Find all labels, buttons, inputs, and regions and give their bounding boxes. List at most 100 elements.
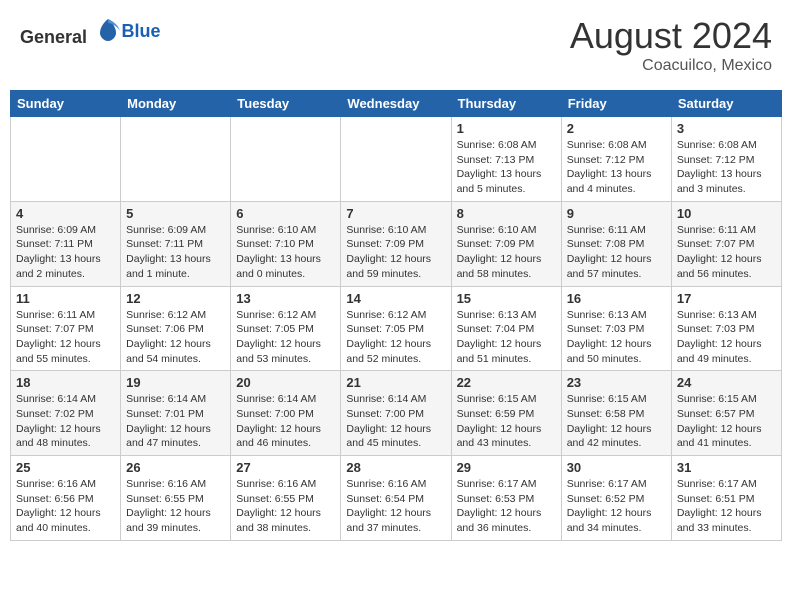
weekday-header-wednesday: Wednesday — [341, 91, 451, 117]
calendar-cell: 20 Sunrise: 6:14 AM Sunset: 7:00 PM Dayli… — [231, 371, 341, 456]
weekday-header-row: SundayMondayTuesdayWednesdayThursdayFrid… — [11, 91, 782, 117]
day-number: 22 — [457, 375, 556, 390]
day-number: 27 — [236, 460, 335, 475]
calendar-cell: 13 Sunrise: 6:12 AM Sunset: 7:05 PM Dayli… — [231, 286, 341, 371]
calendar-cell: 8 Sunrise: 6:10 AM Sunset: 7:09 PM Daylig… — [451, 201, 561, 286]
day-number: 29 — [457, 460, 556, 475]
calendar-cell: 5 Sunrise: 6:09 AM Sunset: 7:11 PM Daylig… — [121, 201, 231, 286]
day-info: Sunrise: 6:13 AM Sunset: 7:04 PM Dayligh… — [457, 308, 556, 367]
day-number: 26 — [126, 460, 225, 475]
day-number: 19 — [126, 375, 225, 390]
day-number: 31 — [677, 460, 776, 475]
day-number: 20 — [236, 375, 335, 390]
day-info: Sunrise: 6:11 AM Sunset: 7:07 PM Dayligh… — [16, 308, 115, 367]
weekday-header-friday: Friday — [561, 91, 671, 117]
location-title: Coacuilco, Mexico — [570, 57, 772, 75]
calendar-cell: 7 Sunrise: 6:10 AM Sunset: 7:09 PM Daylig… — [341, 201, 451, 286]
calendar-week-2: 4 Sunrise: 6:09 AM Sunset: 7:11 PM Daylig… — [11, 201, 782, 286]
day-number: 12 — [126, 291, 225, 306]
day-number: 24 — [677, 375, 776, 390]
day-number: 1 — [457, 121, 556, 136]
title-block: August 2024 Coacuilco, Mexico — [570, 15, 772, 75]
day-info: Sunrise: 6:15 AM Sunset: 6:58 PM Dayligh… — [567, 392, 666, 451]
day-info: Sunrise: 6:09 AM Sunset: 7:11 PM Dayligh… — [16, 223, 115, 282]
day-info: Sunrise: 6:14 AM Sunset: 7:00 PM Dayligh… — [236, 392, 335, 451]
calendar-table: SundayMondayTuesdayWednesdayThursdayFrid… — [10, 90, 782, 541]
calendar-cell — [231, 117, 341, 202]
day-info: Sunrise: 6:08 AM Sunset: 7:12 PM Dayligh… — [567, 138, 666, 197]
day-info: Sunrise: 6:17 AM Sunset: 6:53 PM Dayligh… — [457, 477, 556, 536]
calendar-cell: 16Sunrise: 6:13 AM Sunset: 7:03 PM Dayli… — [561, 286, 671, 371]
day-number: 21 — [346, 375, 445, 390]
day-number: 6 — [236, 206, 335, 221]
day-number: 10 — [677, 206, 776, 221]
calendar-cell: 22 Sunrise: 6:15 AM Sunset: 6:59 PM Dayli… — [451, 371, 561, 456]
day-number: 2 — [567, 121, 666, 136]
calendar-week-1: 1Sunrise: 6:08 AM Sunset: 7:13 PM Daylig… — [11, 117, 782, 202]
day-number: 4 — [16, 206, 115, 221]
calendar-cell: 14Sunrise: 6:12 AM Sunset: 7:05 PM Dayli… — [341, 286, 451, 371]
calendar-cell — [11, 117, 121, 202]
day-number: 3 — [677, 121, 776, 136]
day-info: Sunrise: 6:13 AM Sunset: 7:03 PM Dayligh… — [567, 308, 666, 367]
calendar-cell: 30Sunrise: 6:17 AM Sunset: 6:52 PM Dayli… — [561, 456, 671, 541]
day-info: Sunrise: 6:17 AM Sunset: 6:52 PM Dayligh… — [567, 477, 666, 536]
logo-blue-text: Blue — [122, 21, 161, 41]
calendar-cell: 27Sunrise: 6:16 AM Sunset: 6:55 PM Dayli… — [231, 456, 341, 541]
day-info: Sunrise: 6:13 AM Sunset: 7:03 PM Dayligh… — [677, 308, 776, 367]
day-info: Sunrise: 6:17 AM Sunset: 6:51 PM Dayligh… — [677, 477, 776, 536]
logo-icon — [94, 15, 122, 43]
day-number: 25 — [16, 460, 115, 475]
day-number: 17 — [677, 291, 776, 306]
day-info: Sunrise: 6:10 AM Sunset: 7:09 PM Dayligh… — [346, 223, 445, 282]
calendar-cell: 28Sunrise: 6:16 AM Sunset: 6:54 PM Dayli… — [341, 456, 451, 541]
day-number: 13 — [236, 291, 335, 306]
day-number: 7 — [346, 206, 445, 221]
day-info: Sunrise: 6:12 AM Sunset: 7:06 PM Dayligh… — [126, 308, 225, 367]
calendar-cell — [121, 117, 231, 202]
logo: General Blue — [20, 15, 161, 48]
day-info: Sunrise: 6:16 AM Sunset: 6:56 PM Dayligh… — [16, 477, 115, 536]
calendar-cell: 19 Sunrise: 6:14 AM Sunset: 7:01 PM Dayli… — [121, 371, 231, 456]
day-info: Sunrise: 6:16 AM Sunset: 6:55 PM Dayligh… — [126, 477, 225, 536]
calendar-cell: 29 Sunrise: 6:17 AM Sunset: 6:53 PM Dayli… — [451, 456, 561, 541]
calendar-cell: 17 Sunrise: 6:13 AM Sunset: 7:03 PM Dayli… — [671, 286, 781, 371]
calendar-cell: 24 Sunrise: 6:15 AM Sunset: 6:57 PM Dayli… — [671, 371, 781, 456]
calendar-cell: 26 Sunrise: 6:16 AM Sunset: 6:55 PM Dayli… — [121, 456, 231, 541]
logo-general-text: General — [20, 27, 87, 47]
day-number: 8 — [457, 206, 556, 221]
calendar-cell — [341, 117, 451, 202]
calendar-cell: 10 Sunrise: 6:11 AM Sunset: 7:07 PM Dayli… — [671, 201, 781, 286]
calendar-cell: 11 Sunrise: 6:11 AM Sunset: 7:07 PM Dayli… — [11, 286, 121, 371]
calendar-cell: 6 Sunrise: 6:10 AM Sunset: 7:10 PM Daylig… — [231, 201, 341, 286]
weekday-header-sunday: Sunday — [11, 91, 121, 117]
calendar-week-4: 18Sunrise: 6:14 AM Sunset: 7:02 PM Dayli… — [11, 371, 782, 456]
day-info: Sunrise: 6:12 AM Sunset: 7:05 PM Dayligh… — [236, 308, 335, 367]
calendar-cell: 25 Sunrise: 6:16 AM Sunset: 6:56 PM Dayli… — [11, 456, 121, 541]
day-info: Sunrise: 6:10 AM Sunset: 7:10 PM Dayligh… — [236, 223, 335, 282]
calendar-cell: 4 Sunrise: 6:09 AM Sunset: 7:11 PM Daylig… — [11, 201, 121, 286]
day-info: Sunrise: 6:10 AM Sunset: 7:09 PM Dayligh… — [457, 223, 556, 282]
day-info: Sunrise: 6:08 AM Sunset: 7:12 PM Dayligh… — [677, 138, 776, 197]
day-number: 23 — [567, 375, 666, 390]
day-info: Sunrise: 6:11 AM Sunset: 7:07 PM Dayligh… — [677, 223, 776, 282]
day-info: Sunrise: 6:15 AM Sunset: 6:59 PM Dayligh… — [457, 392, 556, 451]
calendar-week-3: 11 Sunrise: 6:11 AM Sunset: 7:07 PM Dayli… — [11, 286, 782, 371]
month-year-title: August 2024 — [570, 15, 772, 57]
weekday-header-tuesday: Tuesday — [231, 91, 341, 117]
day-info: Sunrise: 6:14 AM Sunset: 7:00 PM Dayligh… — [346, 392, 445, 451]
calendar-cell: 12 Sunrise: 6:12 AM Sunset: 7:06 PM Dayli… — [121, 286, 231, 371]
day-info: Sunrise: 6:15 AM Sunset: 6:57 PM Dayligh… — [677, 392, 776, 451]
calendar-week-5: 25 Sunrise: 6:16 AM Sunset: 6:56 PM Dayli… — [11, 456, 782, 541]
day-info: Sunrise: 6:14 AM Sunset: 7:01 PM Dayligh… — [126, 392, 225, 451]
day-info: Sunrise: 6:09 AM Sunset: 7:11 PM Dayligh… — [126, 223, 225, 282]
weekday-header-thursday: Thursday — [451, 91, 561, 117]
calendar-cell: 9Sunrise: 6:11 AM Sunset: 7:08 PM Daylig… — [561, 201, 671, 286]
calendar-cell: 31 Sunrise: 6:17 AM Sunset: 6:51 PM Dayli… — [671, 456, 781, 541]
day-info: Sunrise: 6:14 AM Sunset: 7:02 PM Dayligh… — [16, 392, 115, 451]
day-number: 15 — [457, 291, 556, 306]
day-number: 11 — [16, 291, 115, 306]
calendar-cell: 21 Sunrise: 6:14 AM Sunset: 7:00 PM Dayli… — [341, 371, 451, 456]
calendar-cell: 2 Sunrise: 6:08 AM Sunset: 7:12 PM Daylig… — [561, 117, 671, 202]
day-number: 5 — [126, 206, 225, 221]
